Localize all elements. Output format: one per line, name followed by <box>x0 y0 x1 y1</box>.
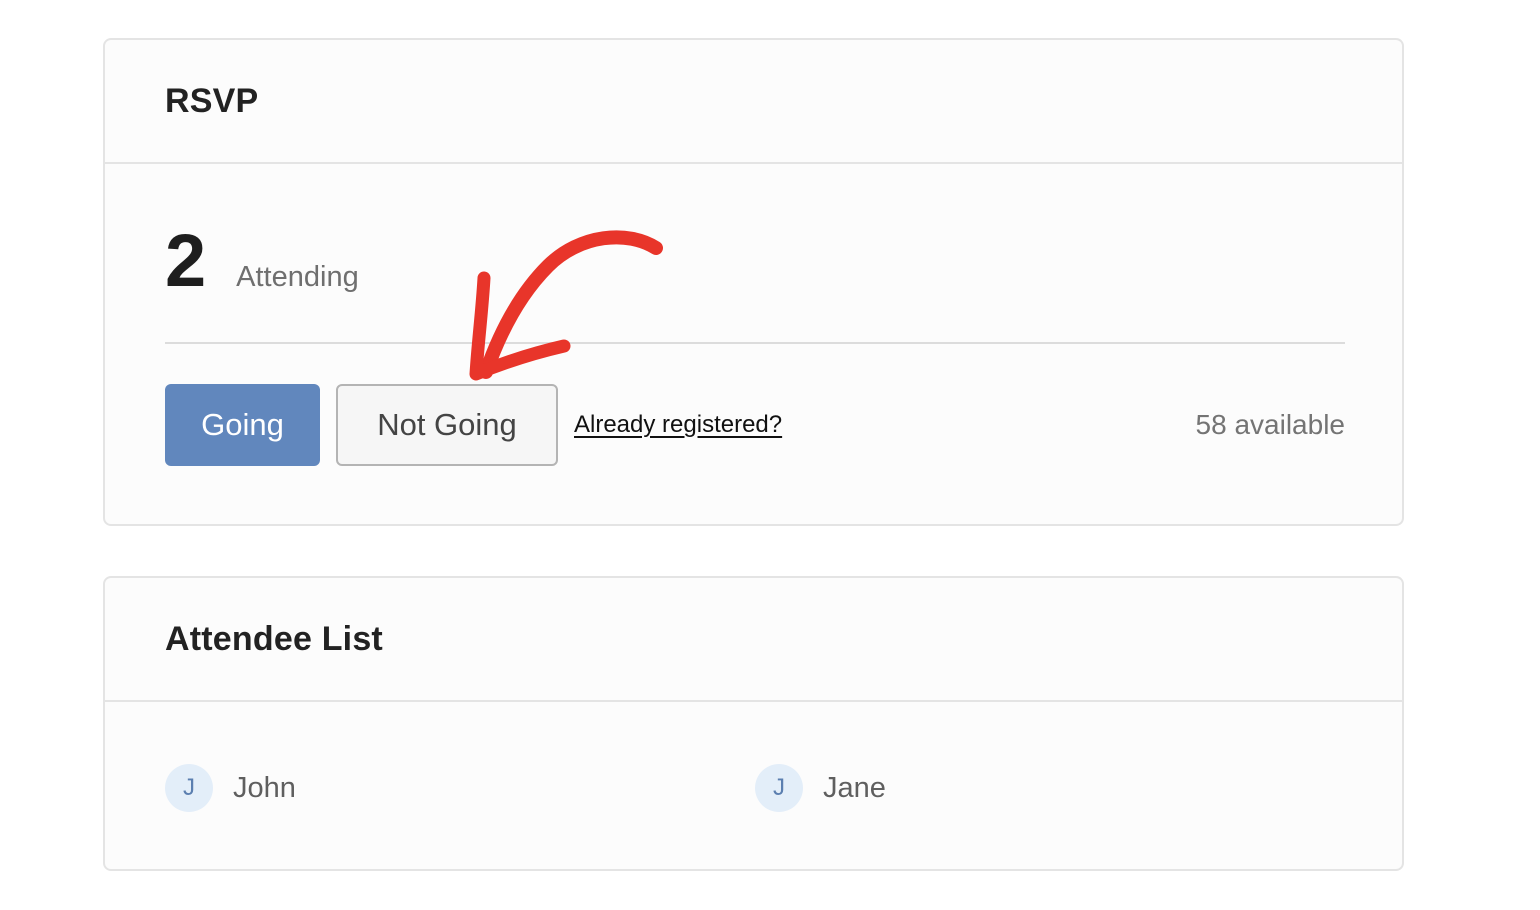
attendee-list-header: Attendee List <box>105 578 1402 702</box>
avatar: J <box>165 764 213 812</box>
attendee-item-john: J John <box>165 764 296 812</box>
attendee-name: John <box>233 771 296 804</box>
avatar: J <box>755 764 803 812</box>
attendee-list-card: Attendee List J John J Jane <box>103 576 1404 871</box>
not-going-button[interactable]: Not Going <box>336 384 558 466</box>
attendee-item-jane: J Jane <box>755 764 886 812</box>
already-registered-link[interactable]: Already registered? <box>574 411 782 439</box>
rsvp-title: RSVP <box>165 81 259 120</box>
rsvp-header: RSVP <box>105 40 1402 164</box>
available-count: 58 available <box>1195 409 1345 440</box>
attending-label: Attending <box>236 261 359 293</box>
attendee-name: Jane <box>823 771 886 804</box>
rsvp-divider <box>165 342 1345 344</box>
attendee-list: J John J Jane <box>165 764 1345 812</box>
attending-count: 2 <box>165 219 207 302</box>
going-button[interactable]: Going <box>165 384 320 466</box>
rsvp-card: RSVP 2 Attending Going Not Going Already… <box>103 38 1404 526</box>
attending-count-row: 2 Attending <box>165 224 359 298</box>
rsvp-actions: Going Not Going Already registered? 58 a… <box>165 384 1345 466</box>
attendee-list-title: Attendee List <box>165 619 383 658</box>
